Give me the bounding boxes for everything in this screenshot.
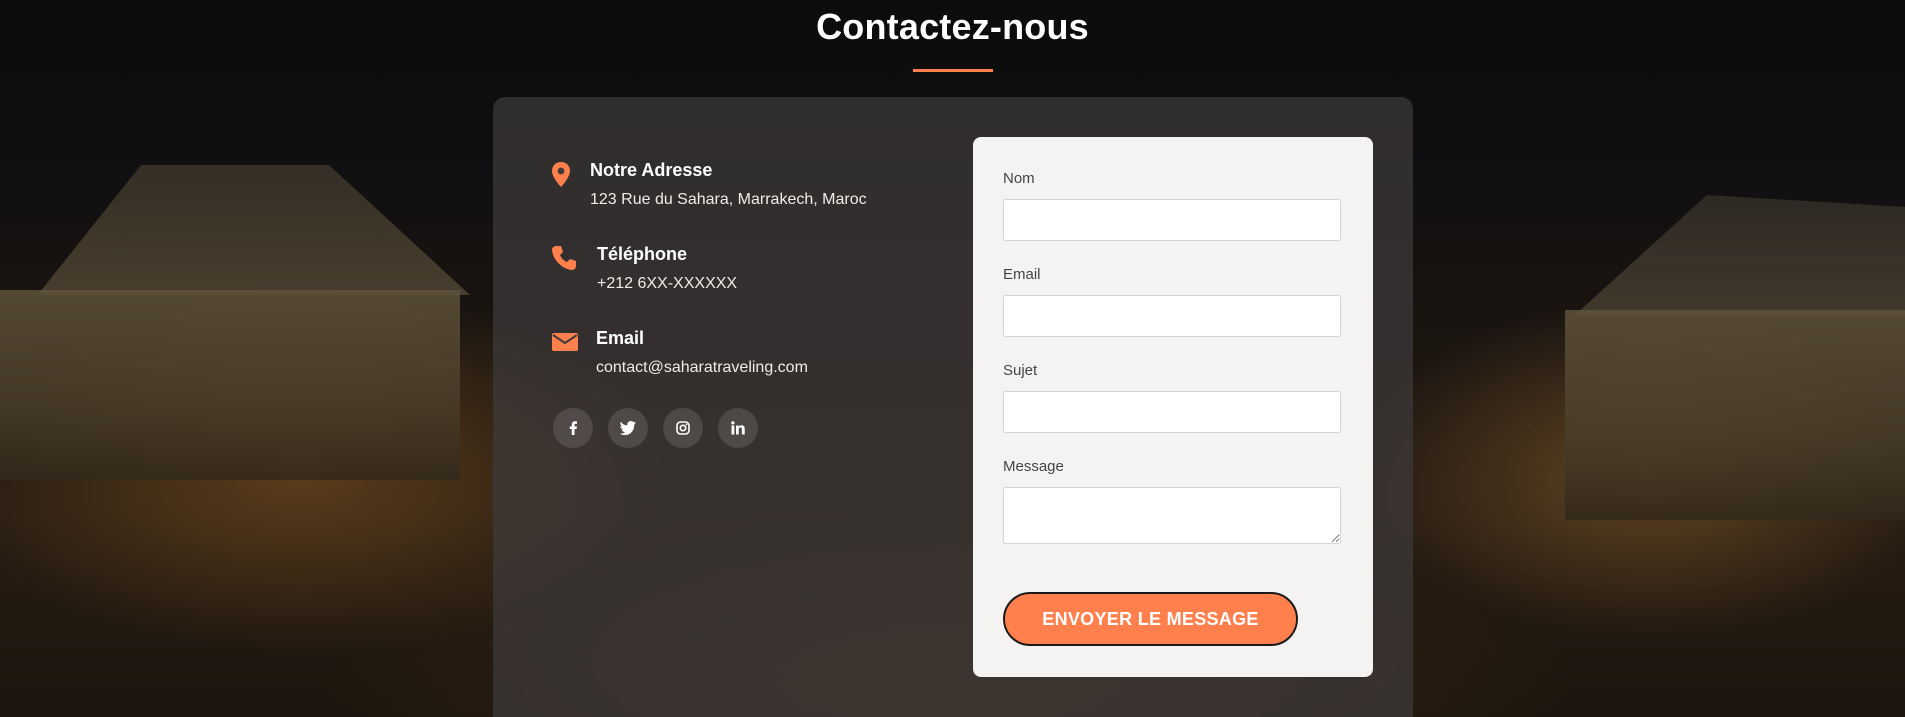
address-title: Notre Adresse [590,160,713,180]
email-title: Email [596,328,645,348]
contact-form: Nom Email Sujet Message ENVOYER LE MESSA… [973,137,1373,677]
name-input[interactable] [1003,199,1341,241]
title-underline [913,69,993,72]
facebook-icon[interactable] [553,408,593,448]
linkedin-icon[interactable] [718,408,758,448]
message-textarea[interactable] [1003,487,1341,544]
map-marker-icon [546,160,576,190]
instagram-icon[interactable] [663,408,703,448]
email-label: Email [1003,266,1041,283]
message-label: Message [1003,458,1064,475]
contact-page: Contactez-nous Notre Adresse 123 Rue du … [0,0,1905,717]
email-input[interactable] [1003,295,1341,337]
phone-icon [550,244,580,274]
phone-title: Téléphone [597,244,688,264]
name-label: Nom [1003,170,1035,187]
twitter-icon[interactable] [608,408,648,448]
send-message-button[interactable]: ENVOYER LE MESSAGE [1003,592,1298,646]
page-title: Contactez-nous [816,6,1089,47]
phone-text: +212 6XX-XXXXXX [597,275,738,292]
subject-label: Sujet [1003,362,1038,379]
subject-input[interactable] [1003,391,1341,433]
address-text: 123 Rue du Sahara, Marrakech, Maroc [590,191,867,208]
email-text: contact@saharatraveling.com [596,359,808,376]
envelope-icon [551,330,581,360]
